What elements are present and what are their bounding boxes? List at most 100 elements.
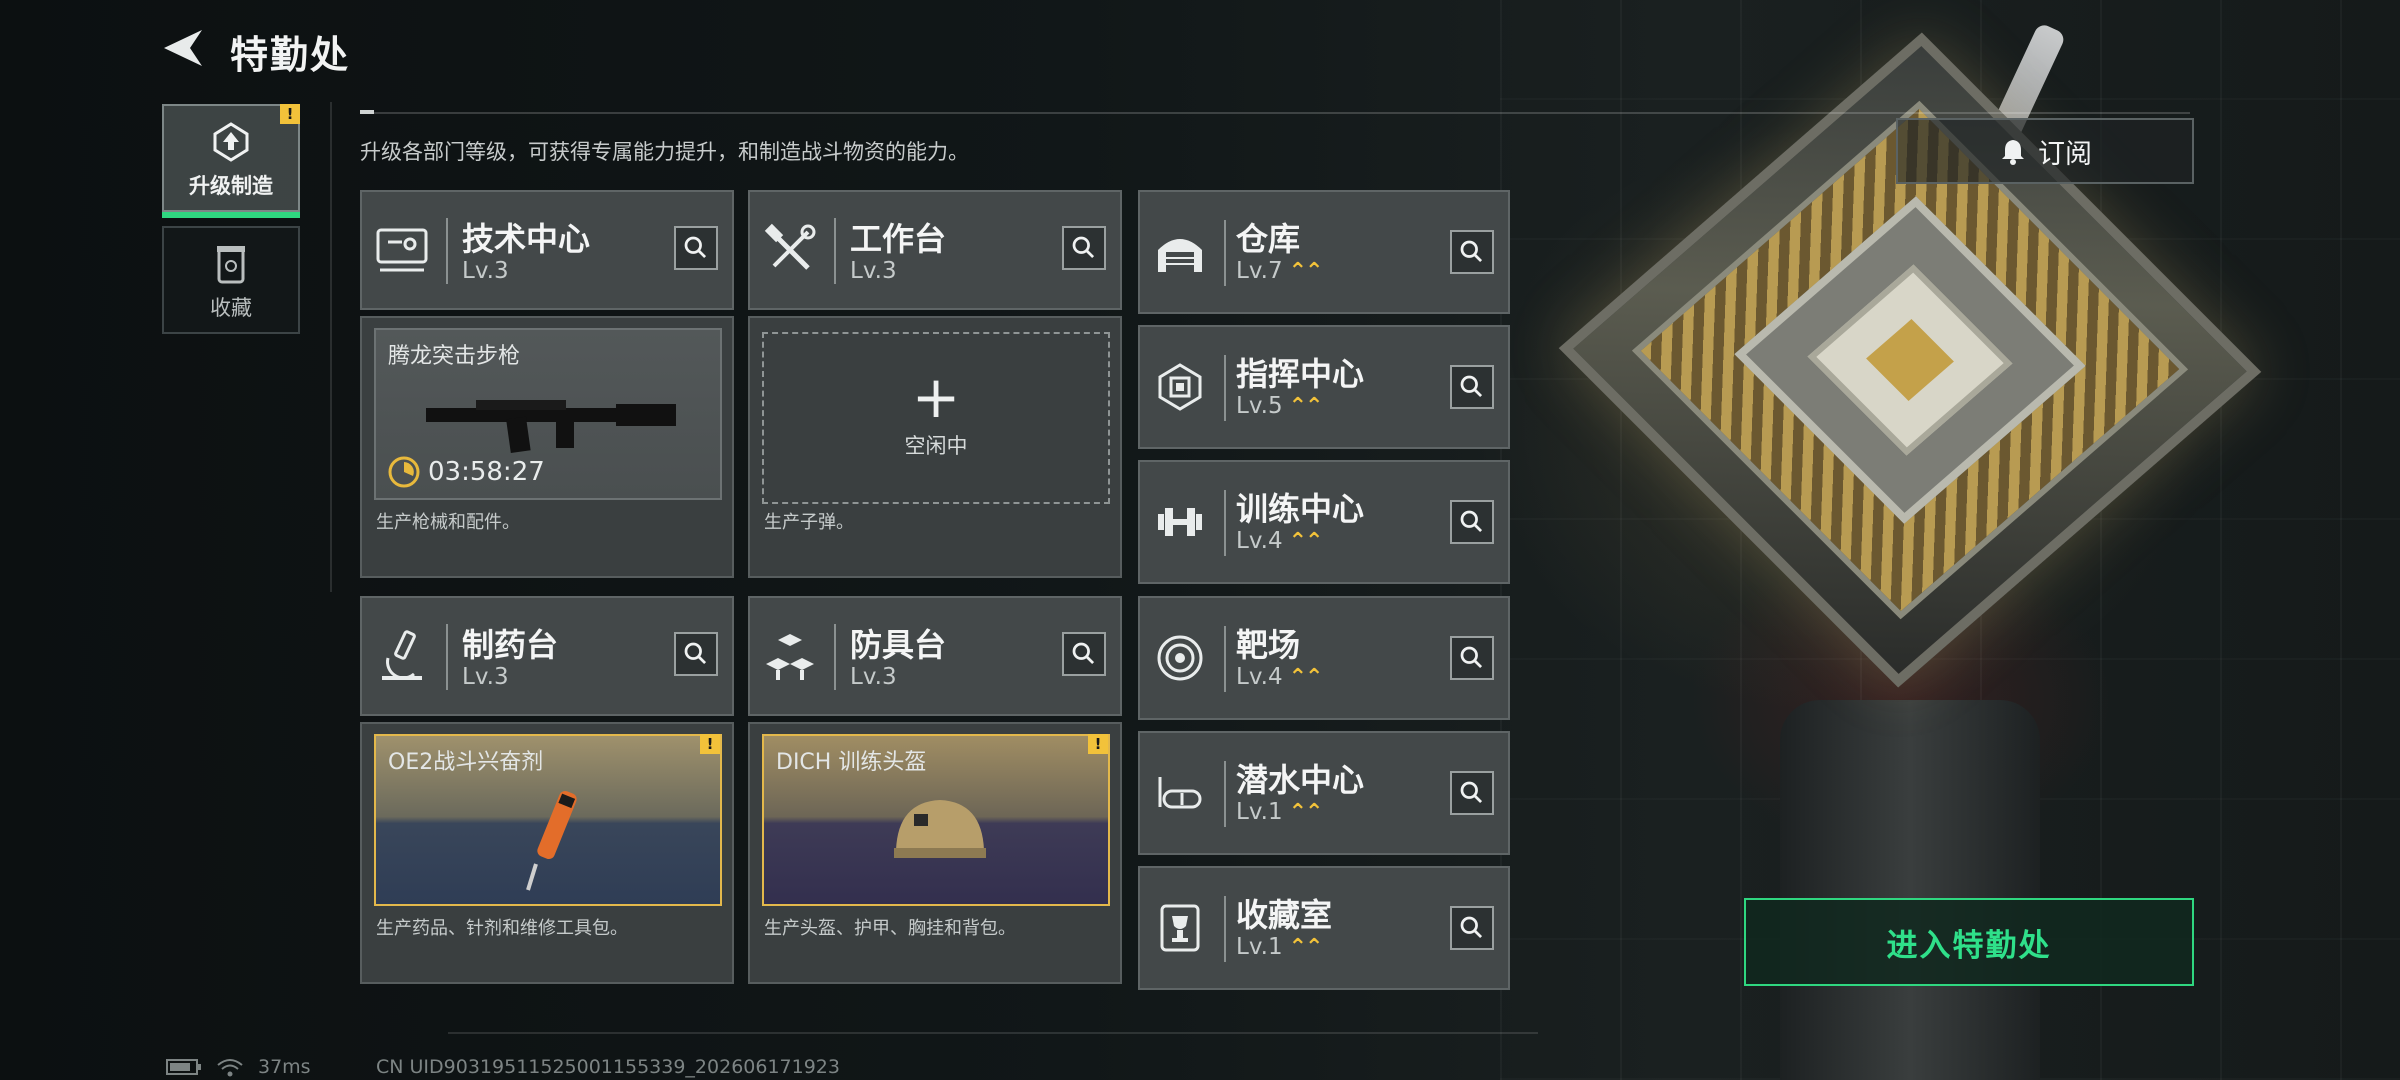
level-up-chevron-icon: ⌃⌃ xyxy=(1288,259,1324,284)
product-name: OE2战斗兴奋剂 xyxy=(388,750,544,775)
nav-label: 收藏 xyxy=(210,296,252,320)
department-collection-room[interactable]: 收藏室 Lv.1 ⌃⌃ xyxy=(1138,866,1510,990)
product-name: DICH 训练头盔 xyxy=(776,750,927,775)
enter-hq-label: 进入特勤处 xyxy=(1886,927,2052,964)
warehouse-icon xyxy=(1158,239,1202,272)
department-level: Lv.4 ⌃⌃ xyxy=(1236,528,1324,554)
rifle-image xyxy=(426,400,676,454)
page-title: 特勤处 xyxy=(230,33,351,77)
search-icon[interactable] xyxy=(1450,906,1494,950)
production-timer: 03:58:27 xyxy=(386,454,545,490)
level-up-chevron-icon: ⌃⌃ xyxy=(1288,529,1324,554)
add-icon: + xyxy=(911,363,961,431)
department-diving-center[interactable]: 潜水中心 Lv.1 ⌃⌃ xyxy=(1138,731,1510,855)
dumbbell-icon xyxy=(1158,508,1202,536)
department-name: 潜水中心 xyxy=(1236,761,1365,799)
header-divider-tick xyxy=(360,110,374,114)
product-name: 腾龙突击步枪 xyxy=(388,344,521,369)
alert-badge: ! xyxy=(1088,734,1108,754)
idle-label: 空闲中 xyxy=(904,434,968,458)
battery-icon xyxy=(166,1059,201,1075)
wifi-icon xyxy=(217,1059,243,1077)
level-up-chevron-icon: ⌃⌃ xyxy=(1288,394,1324,419)
station-level: Lv.3 xyxy=(850,664,897,690)
department-warehouse[interactable]: 仓库 Lv.7 ⌃⌃ xyxy=(1138,190,1510,314)
search-icon[interactable] xyxy=(1062,226,1106,270)
chip-icon xyxy=(1158,363,1202,411)
upgrade-gear-icon xyxy=(213,122,249,162)
station-level: Lv.3 xyxy=(850,258,897,284)
idle-production-slot[interactable]: + 空闲中 xyxy=(762,332,1110,504)
department-training-center[interactable]: 训练中心 Lv.4 ⌃⌃ xyxy=(1138,460,1510,584)
station-name: 技术中心 xyxy=(462,220,591,258)
department-name: 仓库 xyxy=(1236,220,1301,258)
production-slot[interactable]: DICH 训练头盔 xyxy=(762,734,1110,906)
search-icon[interactable] xyxy=(1450,500,1494,544)
department-name: 训练中心 xyxy=(1236,490,1365,528)
search-icon[interactable] xyxy=(674,226,718,270)
nav-tab-upgrade-craft[interactable]: 升级制造 ! xyxy=(162,104,300,218)
bell-icon xyxy=(2002,140,2024,165)
station-description: 生产头盔、护甲、胸挂和背包。 xyxy=(764,918,1016,939)
stimulant-injector-image xyxy=(526,790,577,891)
bottom-divider xyxy=(448,1032,1538,1034)
subscribe-button[interactable]: 订阅 xyxy=(1896,118,2194,184)
monitor-icon xyxy=(376,228,428,272)
station-name: 制药台 xyxy=(462,626,559,664)
station-level: Lv.3 xyxy=(462,258,509,284)
hammer-wrench-icon xyxy=(764,223,816,270)
station-tech-center[interactable]: 技术中心 Lv.3 xyxy=(360,190,734,310)
level-up-chevron-icon: ⌃⌃ xyxy=(1288,665,1324,690)
station-name: 工作台 xyxy=(850,220,947,258)
target-icon xyxy=(1157,635,1203,681)
station-description: 生产枪械和配件。 xyxy=(376,512,520,533)
status-bar: 37ms CN UID9031951152500115533​9_2026061… xyxy=(166,1056,840,1078)
department-level: Lv.1 ⌃⌃ xyxy=(1236,934,1324,960)
timer-icon xyxy=(388,456,420,488)
armor-production-panel: DICH 训练头盔 ! 生产头盔、护甲、胸挂和背包。 xyxy=(748,722,1122,984)
department-command-center[interactable]: 指挥中心 Lv.5 ⌃⌃ xyxy=(1138,325,1510,449)
search-icon[interactable] xyxy=(1450,771,1494,815)
department-name: 靶场 xyxy=(1236,626,1301,664)
search-icon[interactable] xyxy=(1450,636,1494,680)
level-up-chevron-icon: ⌃⌃ xyxy=(1288,935,1324,960)
department-level: Lv.7 ⌃⌃ xyxy=(1236,258,1324,284)
enter-hq-button[interactable]: 进入特勤处 xyxy=(1744,898,2194,986)
pharmacy-production-panel: OE2战斗兴奋剂 ! 生产药品、针剂和维修工具包。 xyxy=(360,722,734,984)
station-name: 防具台 xyxy=(850,626,947,664)
trophy-icon xyxy=(1160,904,1200,952)
station-description: 生产子弹。 xyxy=(764,512,854,533)
subscribe-label: 订阅 xyxy=(2038,138,2092,170)
station-workbench[interactable]: 工作台 Lv.3 xyxy=(748,190,1122,310)
nav-tab-collection[interactable]: 收藏 xyxy=(162,226,300,334)
header-divider xyxy=(360,112,2190,114)
tech-center-production-panel: 腾龙突击步枪 03:58:27 生产枪械和配件。 xyxy=(360,316,734,578)
search-icon[interactable] xyxy=(674,632,718,676)
microscope-icon xyxy=(382,630,422,680)
station-description: 生产药品、针剂和维修工具包。 xyxy=(376,918,628,939)
alert-badge: ! xyxy=(280,104,300,124)
back-arrow-icon[interactable] xyxy=(160,26,206,70)
department-shooting-range[interactable]: 靶场 Lv.4 ⌃⌃ xyxy=(1138,596,1510,720)
department-level: Lv.5 ⌃⌃ xyxy=(1236,393,1324,419)
station-pharmacy[interactable]: 制药台 Lv.3 xyxy=(360,596,734,716)
department-name: 指挥中心 xyxy=(1236,355,1365,393)
helmet-image xyxy=(894,800,986,858)
search-icon[interactable] xyxy=(1062,632,1106,676)
production-slot[interactable]: OE2战斗兴奋剂 xyxy=(374,734,722,906)
station-level: Lv.3 xyxy=(462,664,509,690)
search-icon[interactable] xyxy=(1450,365,1494,409)
department-level: Lv.4 ⌃⌃ xyxy=(1236,664,1324,690)
search-icon[interactable] xyxy=(1450,230,1494,274)
station-armor[interactable]: 防具台 Lv.3 xyxy=(748,596,1122,716)
nav-divider xyxy=(330,102,332,592)
ping-text: 37ms xyxy=(258,1056,311,1078)
page-description: 升级各部门等级，可获得专属能力提升，和制造战斗物资的能力。 xyxy=(360,140,969,164)
alert-badge: ! xyxy=(700,734,720,754)
armor-blocks-icon xyxy=(766,634,814,680)
collection-cabinet-icon xyxy=(217,246,245,284)
production-slot[interactable]: 腾龙突击步枪 03:58:27 xyxy=(374,328,722,500)
nav-label: 升级制造 xyxy=(189,174,273,198)
department-level: Lv.1 ⌃⌃ xyxy=(1236,799,1323,825)
diving-mask-icon xyxy=(1158,777,1202,809)
